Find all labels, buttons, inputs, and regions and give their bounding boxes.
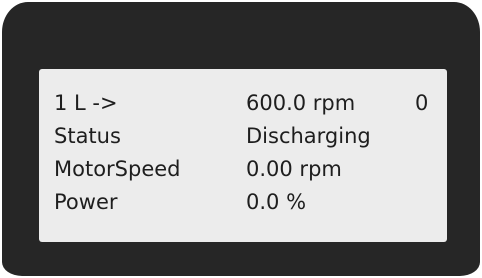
lcd-display: 1 L -> 600.0 rpm 0 Status Discharging Mo… (39, 69, 447, 242)
status-label: Status (54, 124, 121, 148)
motor-speed-label: MotorSpeed (54, 157, 181, 181)
reference-value: 600.0 rpm (246, 91, 356, 115)
power-label: Power (54, 190, 118, 214)
status-value: Discharging (246, 124, 371, 148)
motor-speed-value: 0.00 rpm (246, 157, 342, 181)
reference-label: 1 L -> (54, 91, 118, 115)
power-value: 0.0 % (246, 190, 307, 214)
reference-extra-value: 0 (415, 91, 429, 115)
control-panel-bezel: 1 L -> 600.0 rpm 0 Status Discharging Mo… (2, 2, 480, 276)
